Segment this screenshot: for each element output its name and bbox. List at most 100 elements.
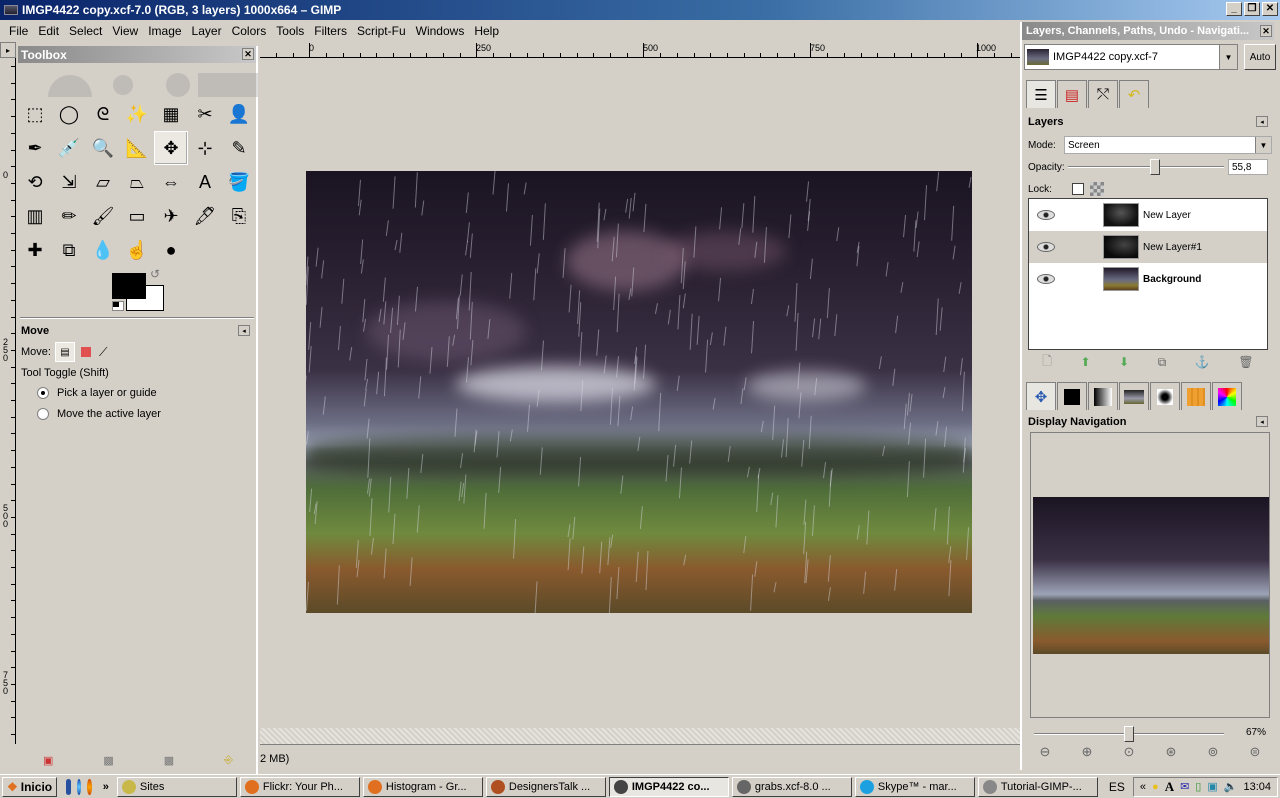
visibility-eye-icon[interactable]	[1037, 242, 1055, 252]
tool-clone-icon[interactable]: ⎘	[222, 199, 256, 233]
panel-menu-icon[interactable]: ◂	[1256, 416, 1268, 427]
option-move-active-layer[interactable]: Move the active layer	[18, 403, 256, 425]
foreground-color-swatch[interactable]	[112, 273, 146, 299]
new-layer-icon[interactable]: 🗋	[1042, 352, 1052, 373]
panel-menu-icon[interactable]: ◂	[238, 325, 250, 336]
delete-options-icon[interactable]: ▩	[164, 754, 174, 767]
brushes-tab-icon[interactable]	[1150, 382, 1180, 410]
tool-blur-sharpen-icon[interactable]: 💧	[86, 233, 120, 267]
show-desktop-icon[interactable]	[66, 778, 71, 795]
quick-mask-toggle[interactable]: ▸	[0, 42, 16, 58]
tool-scissors-icon[interactable]: ✂	[188, 97, 222, 131]
restore-button[interactable]: ❐	[1244, 2, 1260, 16]
taskbar-item[interactable]: grabs.xcf-8.0 ...	[731, 776, 852, 797]
images-tab-icon[interactable]	[1119, 382, 1149, 410]
tool-measure-icon[interactable]: 📐	[120, 131, 154, 165]
opacity-slider-track[interactable]	[1068, 166, 1224, 168]
start-button[interactable]: ❖ Inicio	[2, 776, 58, 797]
menu-image[interactable]: Image	[143, 24, 186, 38]
tray-mail-icon[interactable]: ✉	[1180, 780, 1189, 793]
gradients-tab-icon[interactable]	[1088, 382, 1118, 410]
tool-move-icon[interactable]: ✥	[154, 131, 188, 165]
horizontal-scrollbar[interactable]	[260, 728, 1020, 744]
taskbar-item[interactable]: Flickr: Your Ph...	[239, 776, 360, 797]
vertical-ruler[interactable]: 0 250 500 750	[0, 58, 16, 744]
clock[interactable]: 13:04	[1243, 781, 1271, 793]
menu-select[interactable]: Select	[64, 24, 107, 38]
menu-file[interactable]: File	[4, 24, 33, 38]
tool-fuzzy-select-icon[interactable]: ✨	[120, 97, 154, 131]
channels-tab-icon[interactable]: ▤	[1057, 80, 1087, 108]
zoom-out-icon[interactable]: ⊖	[1040, 744, 1051, 760]
option-pick-layer[interactable]: Pick a layer or guide	[18, 383, 256, 403]
tool-airbrush-icon[interactable]: ✈	[154, 199, 188, 233]
tool-align-icon[interactable]: ⊹	[188, 131, 222, 165]
reset-options-icon[interactable]: ⎆	[224, 754, 233, 767]
anchor-layer-icon[interactable]: ⚓	[1195, 355, 1210, 369]
firefox-icon[interactable]	[87, 778, 92, 795]
menu-view[interactable]: View	[107, 24, 143, 38]
shrink-wrap-icon[interactable]: ⊜	[1250, 744, 1261, 760]
tray-font-icon[interactable]: A	[1165, 779, 1174, 795]
colors-tab-icon[interactable]	[1057, 382, 1087, 410]
tool-blend-icon[interactable]: ▥	[18, 199, 52, 233]
close-button[interactable]: ✕	[1262, 2, 1278, 16]
tool-rect-select-icon[interactable]: ⬚	[18, 97, 52, 131]
zoom-slider-thumb[interactable]	[1124, 726, 1134, 742]
dock-close-icon[interactable]: ✕	[1260, 25, 1272, 37]
tool-heal-icon[interactable]: ✚	[18, 233, 52, 267]
taskbar-item[interactable]: Tutorial-GIMP-...	[977, 776, 1098, 797]
menu-layer[interactable]: Layer	[187, 24, 227, 38]
taskbar-item[interactable]: Sites	[116, 776, 237, 797]
layer-row[interactable]: Background	[1029, 263, 1267, 295]
duplicate-layer-icon[interactable]: ⧉	[1158, 355, 1167, 370]
layer-row[interactable]: New Layer#1	[1029, 231, 1267, 263]
zoom-fit-image-icon[interactable]: ⊛	[1166, 744, 1177, 760]
minimize-button[interactable]: _	[1226, 2, 1242, 16]
radio-move-active-layer[interactable]	[37, 408, 49, 420]
menu-windows[interactable]: Windows	[411, 24, 470, 38]
patterns-tab-icon[interactable]	[1181, 382, 1211, 410]
tool-scale-icon[interactable]: ⇲	[52, 165, 86, 199]
chevron-down-icon[interactable]: ▼	[1219, 45, 1237, 69]
image-selector[interactable]: IMGP4422 copy.xcf-7 ▼	[1024, 44, 1238, 70]
palettes-tab-icon[interactable]	[1212, 382, 1242, 410]
zoom-1-1-icon[interactable]: ⊙	[1124, 744, 1135, 760]
move-selection-mode-icon[interactable]	[80, 347, 91, 357]
tool-bucket-fill-icon[interactable]: 🪣	[222, 165, 256, 199]
tool-color-picker-icon[interactable]: 💉	[52, 131, 86, 165]
quicklaunch-overflow-icon[interactable]: »	[103, 781, 109, 793]
toolbox-close-icon[interactable]: ✕	[242, 48, 254, 60]
delete-layer-icon[interactable]: 🗑	[1238, 355, 1253, 369]
save-options-icon[interactable]: ▣	[43, 754, 53, 767]
taskbar-item[interactable]: Skype™ - mar...	[854, 776, 975, 797]
tool-text-icon[interactable]: A	[188, 165, 222, 199]
tool-crop-icon[interactable]: ✎	[222, 131, 256, 165]
menu-filters[interactable]: Filters	[309, 24, 352, 38]
move-layer-mode-icon[interactable]: ▤	[54, 342, 75, 362]
menu-edit[interactable]: Edit	[33, 24, 64, 38]
tool-dodge-burn-icon[interactable]: ●	[154, 233, 188, 267]
tool-eraser-icon[interactable]: ▭	[120, 199, 154, 233]
menu-tools[interactable]: Tools	[271, 24, 309, 38]
tool-foreground-select-icon[interactable]: 👤	[222, 97, 256, 131]
tool-free-select-icon[interactable]: ᘓ	[86, 97, 120, 131]
tool-paintbrush-icon[interactable]: 🖌	[86, 199, 120, 233]
horizontal-ruler[interactable]: 0 250 500 750 1000	[260, 42, 1020, 58]
navigation-thumbnail[interactable]	[1033, 497, 1269, 654]
tray-network-icon[interactable]: ▯	[1195, 780, 1201, 793]
tool-perspective-icon[interactable]: ⏢	[120, 165, 154, 199]
taskbar-item[interactable]: IMGP4422 co...	[608, 776, 729, 797]
tool-ellipse-select-icon[interactable]: ◯	[52, 97, 86, 131]
opacity-slider-thumb[interactable]	[1150, 159, 1161, 175]
tool-zoom-icon[interactable]: 🔍	[86, 131, 120, 165]
move-path-mode-icon[interactable]: ⟋	[99, 345, 107, 360]
lower-layer-icon[interactable]: ⬇	[1119, 355, 1129, 369]
restore-options-icon[interactable]: ▩	[103, 754, 113, 767]
visibility-eye-icon[interactable]	[1037, 210, 1055, 220]
tool-paths-icon[interactable]: ✒	[18, 131, 52, 165]
taskbar-item[interactable]: DesignersTalk ...	[485, 776, 606, 797]
menu-script-fu[interactable]: Script-Fu	[352, 24, 411, 38]
zoom-in-icon[interactable]: ⊕	[1082, 744, 1093, 760]
menu-colors[interactable]: Colors	[227, 24, 272, 38]
